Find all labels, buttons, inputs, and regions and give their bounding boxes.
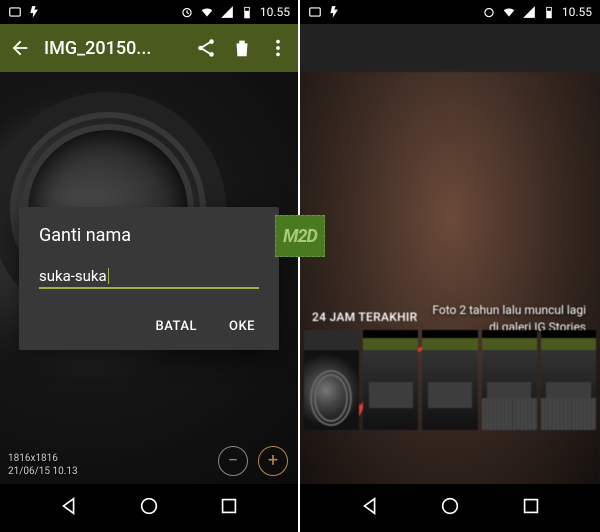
signal-icon <box>522 5 536 19</box>
photo-viewer[interactable]: Ganti nama suka-suka BATAL OKE 1816x1816… <box>0 72 298 484</box>
nav-recent-icon[interactable] <box>520 495 542 521</box>
photo-metadata: 1816x1816 21/06/15 10.13 <box>8 452 78 478</box>
nav-home-icon[interactable] <box>439 495 461 521</box>
gallery-thumbnail[interactable] <box>363 330 418 430</box>
cast-icon <box>308 5 322 19</box>
wifi-icon <box>200 5 214 19</box>
ig-gallery-preview[interactable]: Foto 2 tahun lalu muncul lagi di galeri … <box>300 72 600 484</box>
battery-icon <box>240 5 254 19</box>
gallery-section-label: 24 JAM TERAKHIR <box>312 310 417 324</box>
dialog-scrim: Ganti nama suka-suka BATAL OKE <box>0 72 298 484</box>
photo-dimensions: 1816x1816 <box>8 452 78 465</box>
cancel-button[interactable]: BATAL <box>151 313 201 340</box>
phone-screen-left: 10.55 IMG_20150... Ganti nama suka-suka … <box>0 0 300 532</box>
filename-input[interactable]: suka-suka <box>39 264 259 289</box>
battery-icon <box>542 5 556 19</box>
rename-dialog: Ganti nama suka-suka BATAL OKE <box>19 207 279 350</box>
bolt-icon <box>328 5 342 19</box>
back-icon[interactable] <box>8 36 32 60</box>
nav-recent-icon[interactable] <box>218 495 240 521</box>
ok-button[interactable]: OKE <box>225 313 259 340</box>
gallery-thumbnail-row[interactable] <box>300 330 600 430</box>
zoom-out-button[interactable]: − <box>218 446 248 476</box>
status-bar: 10.55 <box>300 0 600 24</box>
overflow-icon[interactable] <box>266 36 290 60</box>
share-icon[interactable] <box>194 36 218 60</box>
nav-home-icon[interactable] <box>138 495 160 521</box>
nav-back-icon[interactable] <box>58 495 80 521</box>
alarm-icon <box>482 5 496 19</box>
gallery-thumbnail[interactable] <box>541 330 596 430</box>
appbar-title: IMG_20150... <box>44 38 182 59</box>
gallery-thumbnail[interactable] <box>422 330 477 430</box>
dialog-title: Ganti nama <box>39 225 259 246</box>
nav-back-icon[interactable] <box>359 495 381 521</box>
gallery-thumbnail[interactable] <box>304 330 359 430</box>
trash-icon[interactable] <box>230 36 254 60</box>
alarm-icon <box>180 5 194 19</box>
app-bar: IMG_20150... <box>0 24 298 72</box>
gallery-thumbnail[interactable] <box>482 330 537 430</box>
status-time: 10.55 <box>260 5 290 19</box>
zoom-in-button[interactable]: + <box>258 446 288 476</box>
watermark-badge: M2D <box>275 215 325 257</box>
nav-bar <box>0 484 298 532</box>
photo-date: 21/06/15 10.13 <box>8 465 78 478</box>
nav-bar <box>300 484 600 532</box>
wifi-icon <box>502 5 516 19</box>
status-time: 10.55 <box>562 5 592 19</box>
status-bar: 10.55 <box>0 0 298 24</box>
signal-icon <box>220 5 234 19</box>
cast-icon <box>8 5 22 19</box>
phone-screen-right: 10.55 Foto 2 tahun lalu muncul lagi di g… <box>300 0 600 532</box>
bolt-icon <box>28 5 42 19</box>
